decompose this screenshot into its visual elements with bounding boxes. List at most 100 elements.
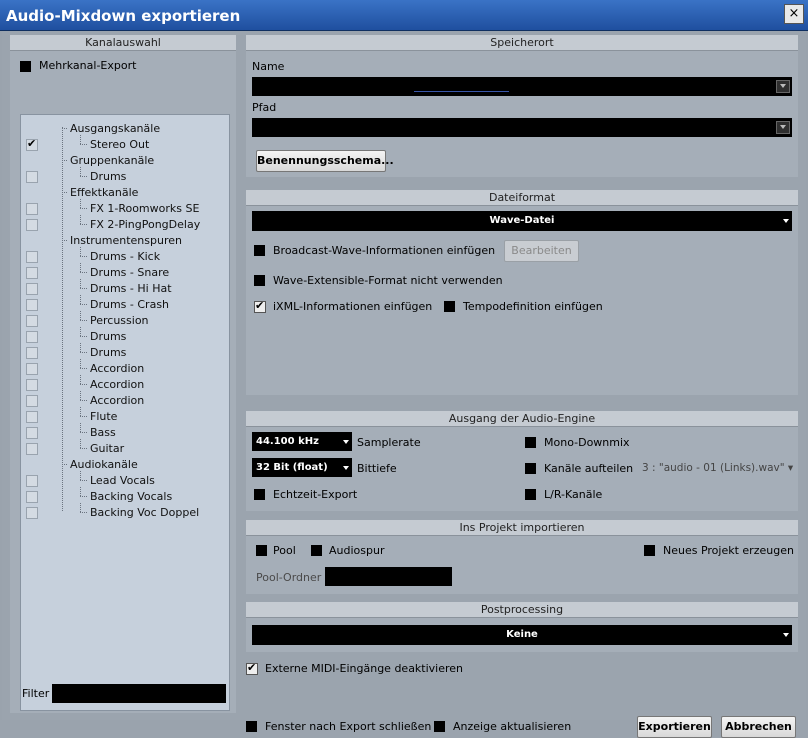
tree-branch-line	[80, 512, 87, 513]
channel-checkbox[interactable]	[26, 395, 38, 407]
pool-label: Pool	[273, 544, 296, 557]
channel-checkbox[interactable]	[26, 475, 38, 487]
tree-branch-line	[80, 352, 87, 353]
channel-checkbox[interactable]	[26, 347, 38, 359]
realtime-export-label: Echtzeit-Export	[273, 488, 358, 501]
tree-sub-guide-line	[80, 295, 81, 304]
channel-item-label[interactable]: Lead Vocals	[90, 474, 155, 487]
tree-sub-guide-line	[80, 359, 81, 368]
multichannel-export-label: Mehrkanal-Export	[39, 59, 137, 72]
cancel-button[interactable]: Abbrechen	[721, 716, 796, 738]
pool-folder-input[interactable]	[325, 567, 452, 586]
channel-item-label[interactable]: Drums	[90, 330, 126, 343]
bitdepth-select[interactable]: 32 Bit (float)	[252, 458, 352, 477]
channel-group-label: Ausgangskanäle	[70, 122, 161, 135]
channel-checkbox[interactable]	[26, 379, 38, 391]
realtime-export-checkbox[interactable]	[254, 489, 265, 500]
filter-label: Filter	[22, 687, 50, 700]
channel-checkbox[interactable]	[26, 251, 38, 263]
postprocessing-select[interactable]: Keine	[252, 625, 792, 645]
split-channels-label: Kanäle aufteilen	[544, 462, 634, 475]
channel-item-label[interactable]: Backing Voc Doppel	[90, 506, 199, 519]
postprocessing-header: Postprocessing	[246, 602, 798, 618]
filter-input[interactable]	[52, 684, 226, 703]
channel-checkbox[interactable]	[26, 171, 38, 183]
channel-checkbox[interactable]: ✔	[26, 137, 38, 151]
bwf-checkbox[interactable]	[254, 245, 265, 256]
mono-downmix-label: Mono-Downmix	[544, 436, 630, 449]
multichannel-export-checkbox[interactable]	[20, 61, 31, 72]
update-display-checkbox[interactable]	[434, 721, 445, 732]
pool-checkbox[interactable]	[256, 545, 267, 556]
channel-checkbox[interactable]	[26, 427, 38, 439]
name-dropdown-icon[interactable]	[776, 80, 790, 93]
naming-scheme-button[interactable]: Benennungsschema...	[256, 150, 394, 172]
channel-checkbox[interactable]	[26, 267, 38, 279]
channel-checkbox[interactable]	[26, 507, 38, 519]
tempo-checkbox[interactable]	[444, 301, 455, 312]
channel-item-label[interactable]: Drums - Snare	[90, 266, 169, 279]
tree-branch-line	[80, 320, 87, 321]
samplerate-label: Samplerate	[357, 436, 421, 449]
tree-sub-guide-line	[80, 487, 81, 496]
wave-extensible-checkbox[interactable]	[254, 275, 265, 286]
tree-sub-guide-line	[80, 311, 81, 320]
channel-checkbox[interactable]	[26, 443, 38, 455]
channel-item-label[interactable]: Accordion	[90, 362, 144, 375]
tree-sub-guide-line	[80, 391, 81, 400]
tree-sub-guide-line	[80, 247, 81, 256]
tree-sub-guide-line	[80, 167, 81, 176]
path-input[interactable]	[252, 118, 792, 137]
channel-item-label[interactable]: Bass	[90, 426, 116, 439]
channel-item-label[interactable]: FX 1-Roomworks SE	[90, 202, 199, 215]
channel-item-label[interactable]: Drums - Kick	[90, 250, 160, 263]
file-format-select[interactable]: Wave-Datei	[252, 211, 792, 231]
ixml-checkbox[interactable]: ✔	[254, 299, 266, 313]
tree-branch-line	[62, 128, 67, 129]
tree-branch-line	[80, 208, 87, 209]
channel-item-label[interactable]: Stereo Out	[90, 138, 149, 151]
split-channels-checkbox[interactable]	[525, 463, 536, 474]
name-label: Name	[252, 60, 285, 73]
channel-checkbox[interactable]	[26, 363, 38, 375]
name-input[interactable]	[252, 77, 792, 96]
channel-item-label[interactable]: Drums	[90, 346, 126, 359]
tree-branch-line	[80, 384, 87, 385]
channel-item-label[interactable]: Drums - Crash	[90, 298, 169, 311]
channel-item-label[interactable]: Drums	[90, 170, 126, 183]
channel-item-label[interactable]: Flute	[90, 410, 117, 423]
channel-checkbox[interactable]	[26, 219, 38, 231]
samplerate-select[interactable]: 44.100 kHz	[252, 432, 352, 451]
channel-item-label[interactable]: FX 2-PingPongDelay	[90, 218, 200, 231]
close-after-export-checkbox[interactable]	[246, 721, 257, 732]
new-project-checkbox[interactable]	[644, 545, 655, 556]
tree-branch-line	[62, 464, 67, 465]
path-dropdown-icon[interactable]	[776, 121, 790, 134]
mono-downmix-checkbox[interactable]	[525, 437, 536, 448]
channel-item-label[interactable]: Percussion	[90, 314, 149, 327]
channel-item-label[interactable]: Accordion	[90, 378, 144, 391]
channel-item-label[interactable]: Accordion	[90, 394, 144, 407]
samplerate-value: 44.100 kHz	[256, 436, 319, 447]
channel-checkbox[interactable]	[26, 411, 38, 423]
channel-checkbox[interactable]	[26, 299, 38, 311]
export-button[interactable]: Exportieren	[637, 716, 712, 738]
close-button[interactable]: ×	[784, 4, 804, 24]
lr-channels-checkbox[interactable]	[525, 489, 536, 500]
channel-item-label[interactable]: Guitar	[90, 442, 124, 455]
tree-sub-guide-line	[80, 327, 81, 336]
edit-button[interactable]: Bearbeiten	[504, 240, 579, 262]
split-channels-value[interactable]: 3 : "audio - 01 (Links).wav" ▾	[642, 462, 793, 474]
channel-checkbox[interactable]	[26, 203, 38, 215]
midi-disable-checkbox[interactable]: ✔	[246, 661, 258, 675]
channel-checkbox[interactable]	[26, 331, 38, 343]
tree-sub-guide-line	[80, 199, 81, 208]
channel-item-label[interactable]: Backing Vocals	[90, 490, 172, 503]
channel-checkbox[interactable]	[26, 491, 38, 503]
tree-branch-line	[80, 304, 87, 305]
bitdepth-label: Bittiefe	[357, 462, 397, 475]
channel-checkbox[interactable]	[26, 283, 38, 295]
audiotrack-checkbox[interactable]	[311, 545, 322, 556]
channel-checkbox[interactable]	[26, 315, 38, 327]
channel-item-label[interactable]: Drums - Hi Hat	[90, 282, 172, 295]
